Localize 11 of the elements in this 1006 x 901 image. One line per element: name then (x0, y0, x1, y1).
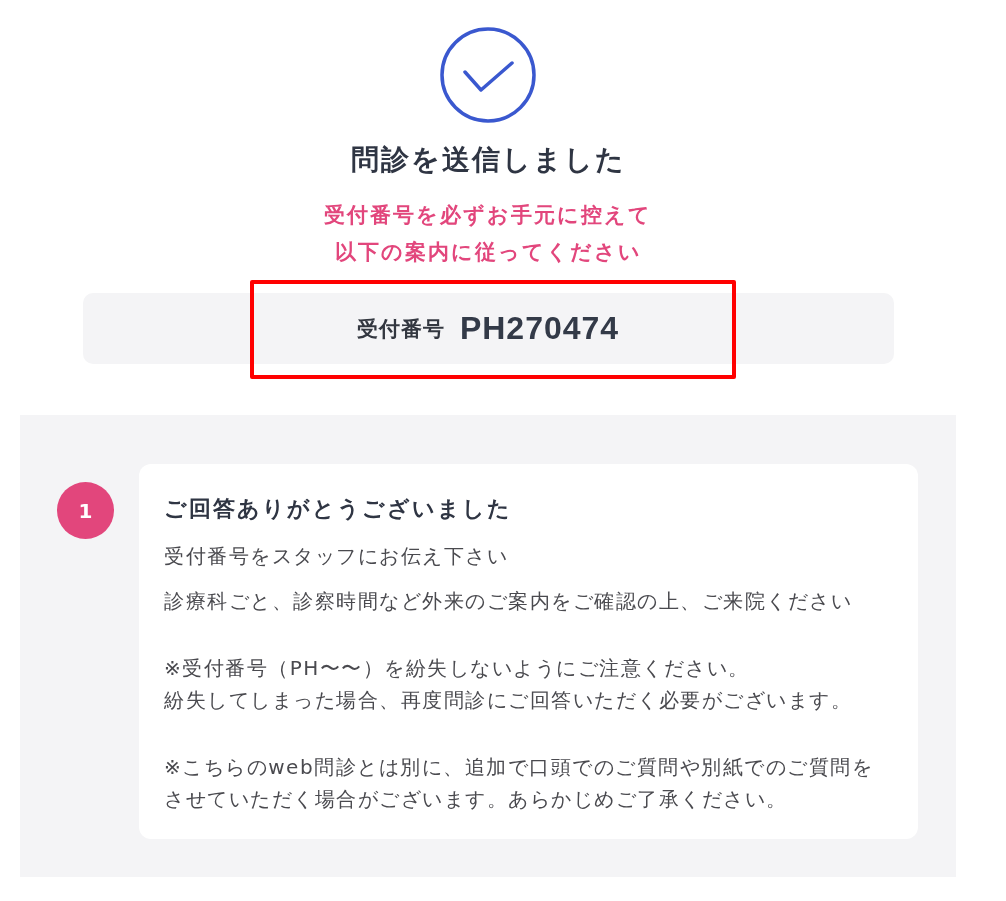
checkmark-circle-icon (440, 27, 536, 123)
page-title: 問診を送信しました (350, 142, 626, 178)
notice-text: 受付番号を必ずお手元に控えて 以下の案内に従ってください (324, 202, 652, 266)
card-paragraph: ※受付番号（PH〜〜）を紛失しないようにご注意ください。 紛失してしまった場合、再度問診にご回答いただく必要がございます。 (164, 655, 853, 714)
card-paragraph: 診療科ごと、診察時間など外来のご案内をご確認の上、ご来院ください (164, 588, 853, 615)
receipt-label: 受付番号 (356, 315, 445, 343)
card-paragraph: ※こちらのweb問診とは別に、追加で口頭でのご質問や別紙でのご質問を させていただく場合がございます。あらかじめご了承ください。 (164, 754, 875, 813)
step-number-badge: 1 (57, 482, 114, 539)
receipt-number: PH270474 (459, 310, 620, 347)
card-paragraph: 受付番号をスタッフにお伝え下さい (164, 543, 509, 570)
card-title: ご回答ありがとうございました (164, 495, 513, 523)
